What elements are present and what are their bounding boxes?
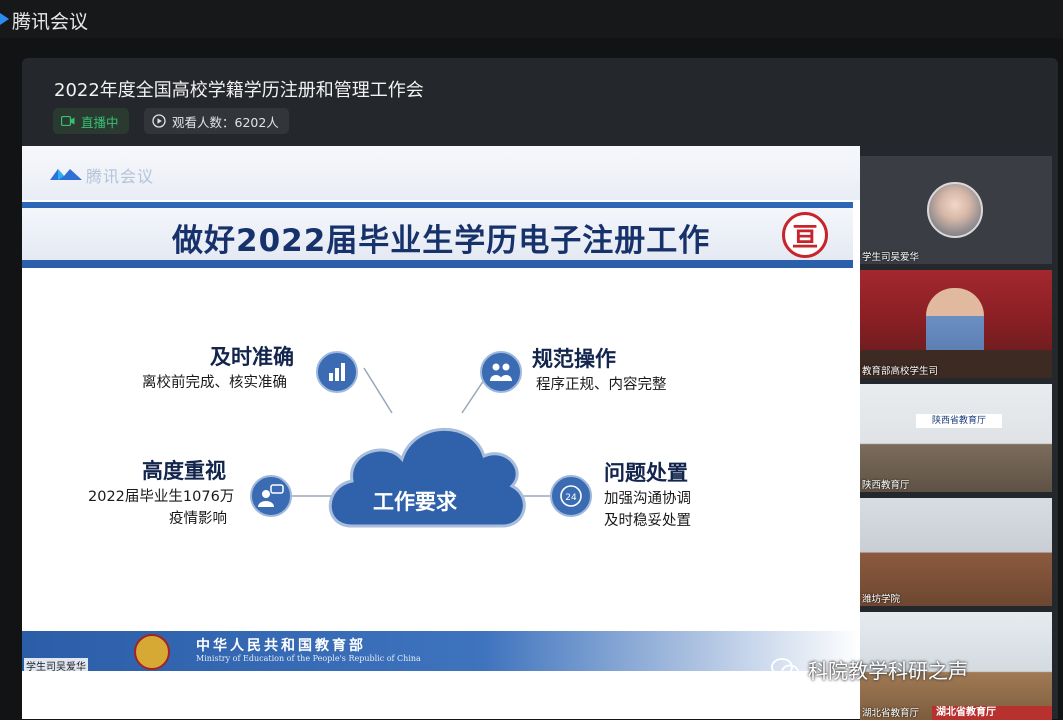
room-sign: 陕西省教育厅 [916, 414, 1002, 428]
node-heading-timely: 及时准确 [210, 345, 294, 369]
video-tile-label: 陕西教育厅 [862, 480, 910, 491]
slide-header: 腾讯会议 [22, 146, 860, 200]
node-text-timely: 离校前完成、核实准确 [142, 375, 287, 391]
node-heading-issues: 问题处置 [604, 461, 688, 485]
room-banner: 湖北省教育厅 [932, 706, 1052, 720]
avatar [927, 182, 983, 238]
bar-chart-icon [316, 351, 358, 393]
footer-ministry-cn: 中华人民共和国教育部 [196, 638, 366, 654]
slide-logo-text: 腾讯会议 [86, 167, 155, 186]
live-badge: 直播中 [53, 108, 129, 134]
app-title: 腾讯会议 [12, 11, 89, 33]
node-text-issues-1: 加强沟通协调 [604, 491, 691, 507]
teamwork-icon [480, 351, 522, 393]
footer-ministry-en: Ministry of Education of the People's Re… [196, 654, 421, 663]
viewer-count-label: 观看人数：6202人 [172, 114, 279, 130]
node-text-issues-2: 及时稳妥处置 [604, 513, 691, 529]
wechat-icon [771, 658, 799, 680]
slide-title: 做好2022届毕业生学历电子注册工作 [172, 223, 711, 259]
hotline-24h-icon: 24 [550, 475, 592, 517]
viewer-count-badge: 观看人数：6202人 [144, 108, 289, 134]
cloud-center-label: 工作要求 [373, 490, 457, 514]
video-tile[interactable]: 教育部高校学生司 [860, 270, 1052, 378]
node-heading-standard: 规范操作 [532, 347, 616, 371]
active-speaker-tag: 学生司吴爱华 [24, 658, 88, 673]
node-text-standard: 程序正规、内容完整 [536, 377, 667, 393]
mind-map-connectors [252, 367, 570, 528]
video-tile[interactable]: 学生司吴爱华 [860, 156, 1052, 264]
slide-title-box: 做好2022届毕业生学历电子注册工作 亘 [22, 208, 853, 260]
node-heading-attention: 高度重视 [142, 459, 226, 483]
participant-figure [926, 288, 984, 358]
live-badge-label: 直播中 [81, 114, 119, 130]
video-tile-label: 学生司吴爱华 [862, 252, 920, 263]
speech-person-icon [250, 475, 292, 517]
moe-seal-icon: 亘 [782, 212, 828, 258]
node-text-attention-1: 2022届毕业生1076万 [88, 489, 235, 505]
app-titlebar: 腾讯会议 [0, 0, 1063, 38]
video-background [860, 384, 1052, 492]
tencent-meeting-logo-icon [50, 169, 82, 180]
mind-map: 工作要求 及时准确 离校前完成、核实准确 规范操作 程序正规、内容完整 高度重视… [22, 271, 860, 631]
svg-text:24: 24 [565, 493, 577, 503]
video-background [860, 498, 1052, 606]
node-text-attention-2: 疫情影响 [169, 511, 227, 527]
watermark-text: 科院教学科研之声 [808, 658, 968, 683]
slide-footer: 中华人民共和国教育部 Ministry of Education of the … [22, 631, 860, 671]
video-tile[interactable]: 陕西省教育厅 陕西教育厅 [860, 384, 1052, 492]
slide-title-banner: 做好2022届毕业生学历电子注册工作 亘 [22, 202, 853, 268]
play-circle-icon [152, 114, 166, 128]
app-marker-icon [0, 13, 9, 25]
national-emblem-icon [134, 634, 170, 670]
shared-slide: 腾讯会议 做好2022届毕业生学历电子注册工作 亘 工作要求 及时准确 离校前完… [22, 146, 860, 719]
video-tile-label: 湖北省教育厅 [862, 708, 920, 719]
video-tile[interactable]: 潍坊学院 [860, 498, 1052, 606]
video-tile-label: 教育部高校学生司 [862, 366, 939, 377]
video-tile-label: 潍坊学院 [862, 594, 901, 605]
meeting-title: 2022年度全国高校学籍学历注册和管理工作会 [54, 80, 424, 101]
watermark: 科院教学科研之声 [770, 654, 968, 684]
video-camera-icon [61, 116, 75, 126]
